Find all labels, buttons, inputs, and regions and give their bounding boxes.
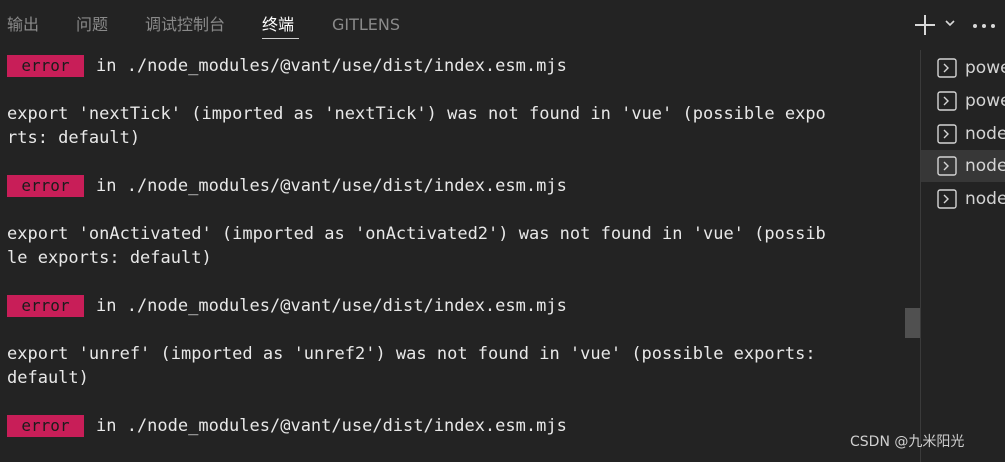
error-badge: error: [7, 415, 84, 437]
terminal-instance-list: powe powe node node: [921, 50, 1005, 462]
terminal-line: error in ./node_modules/@vant/use/dist/in…: [7, 414, 567, 438]
tab-debug-console[interactable]: 调试控制台: [145, 14, 225, 36]
chevron-down-icon[interactable]: [944, 17, 956, 29]
terminal-instance-item[interactable]: powe: [921, 52, 1005, 84]
terminal-line: le exports: default): [7, 248, 212, 268]
terminal-line: error in ./node_modules/@vant/use/dist/in…: [7, 54, 567, 78]
terminal-icon: [937, 156, 957, 176]
terminal-instance-label: node: [965, 124, 1005, 144]
terminal-icon: [937, 189, 957, 209]
terminal-output[interactable]: error in ./node_modules/@vant/use/dist/in…: [0, 50, 905, 462]
terminal-icon: [937, 91, 957, 111]
terminal-line: export 'unref' (imported as 'unref2') wa…: [7, 344, 816, 364]
terminal-instance-label: powe: [965, 58, 1005, 78]
error-badge: error: [7, 55, 84, 77]
active-tab-indicator: [262, 38, 299, 39]
error-badge: error: [7, 175, 84, 197]
terminal-line: export 'onActivated' (imported as 'onAct…: [7, 224, 826, 244]
scrollbar-thumb[interactable]: [905, 308, 920, 338]
tab-output[interactable]: 输出: [7, 14, 39, 36]
ellipsis-icon[interactable]: [973, 24, 995, 28]
terminal-line: rts: default): [7, 128, 141, 148]
vscode-panel: 输出 问题 调试控制台 终端 GITLENS error in ./node_mo…: [0, 0, 1005, 462]
watermark: CSDN @九米阳光: [850, 434, 965, 450]
terminal-line: error in ./node_modules/@vant/use/dist/in…: [7, 174, 567, 198]
terminal-scrollbar[interactable]: [905, 50, 920, 462]
terminal-line: export 'nextTick' (imported as 'nextTick…: [7, 104, 826, 124]
terminal-icon: [937, 124, 957, 144]
terminal-instance-item[interactable]: node: [921, 183, 1005, 215]
terminal-instance-label: node: [965, 156, 1005, 176]
terminal-line: error in ./node_modules/@vant/use/dist/in…: [7, 294, 567, 318]
terminal-instance-item[interactable]: node: [921, 118, 1005, 150]
terminal-instance-label: powe: [965, 91, 1005, 111]
tab-gitlens[interactable]: GITLENS: [332, 14, 400, 36]
error-badge: error: [7, 295, 84, 317]
panel-tab-bar: 输出 问题 调试控制台 终端 GITLENS: [0, 0, 1005, 50]
tab-problems[interactable]: 问题: [76, 14, 108, 36]
tab-terminal[interactable]: 终端: [262, 14, 294, 36]
terminal-instance-item[interactable]: powe: [921, 85, 1005, 117]
terminal-instance-label: node: [965, 189, 1005, 209]
terminal-line: default): [7, 368, 89, 388]
plus-icon[interactable]: [914, 14, 936, 36]
terminal-icon: [937, 58, 957, 78]
terminal-instance-item-selected[interactable]: node: [921, 150, 1005, 182]
